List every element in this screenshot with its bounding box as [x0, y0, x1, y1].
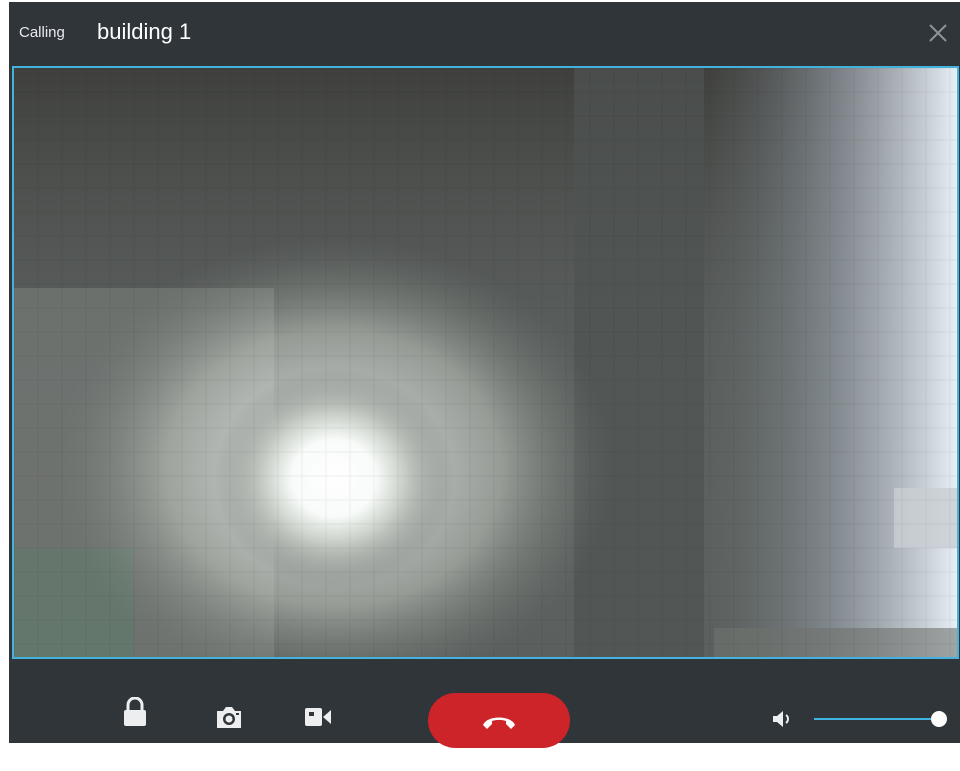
volume-thumb[interactable] [931, 711, 947, 727]
volume-slider[interactable] [814, 711, 950, 727]
title-bar: Calling building 1 [9, 2, 960, 66]
call-window: Calling building 1 [9, 2, 960, 748]
volume-button[interactable] [772, 710, 794, 728]
close-button[interactable] [925, 20, 951, 46]
record-button[interactable] [305, 708, 331, 726]
volume-track [814, 718, 934, 720]
phone-hangup-icon [483, 717, 515, 729]
close-icon [929, 24, 947, 42]
snapshot-button[interactable] [215, 705, 243, 729]
hangup-button[interactable] [428, 693, 570, 748]
video-feed [14, 68, 957, 657]
speaker-icon [773, 711, 789, 727]
lock-icon [124, 696, 146, 726]
video-feed-frame [12, 66, 959, 659]
lock-button[interactable] [123, 696, 147, 727]
title-name: building 1 [97, 19, 192, 44]
control-bar [9, 659, 960, 748]
camera-icon [217, 707, 241, 728]
video-camera-icon [305, 708, 331, 726]
title-prefix: Calling [19, 24, 65, 41]
